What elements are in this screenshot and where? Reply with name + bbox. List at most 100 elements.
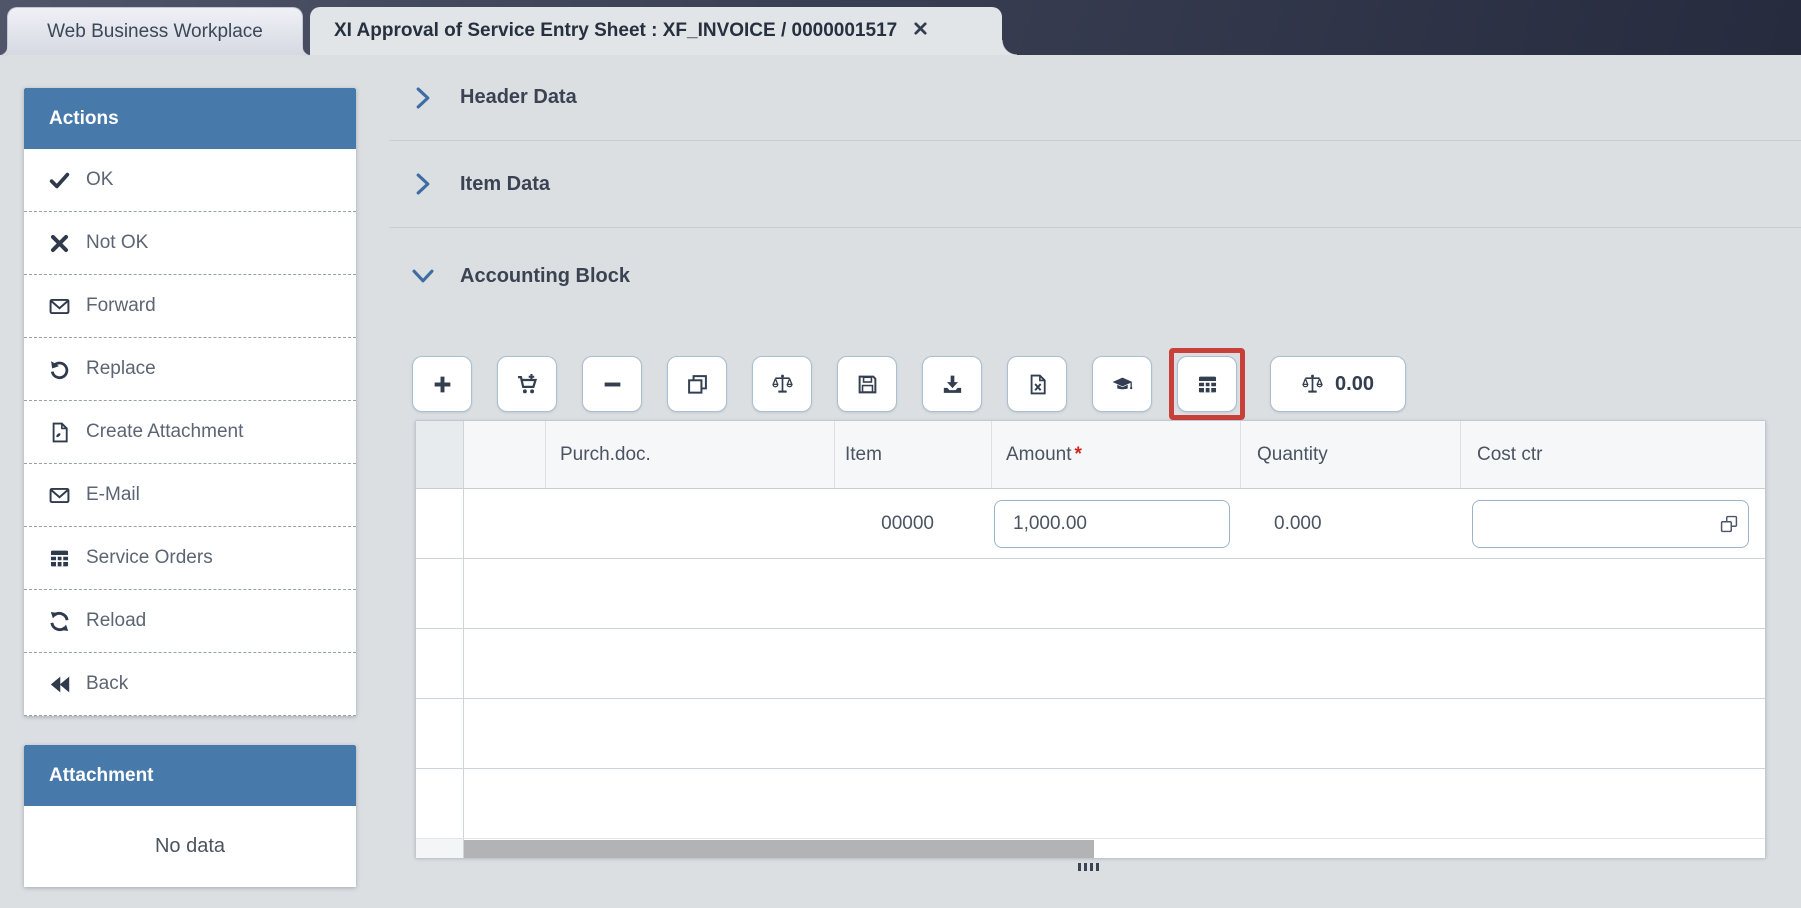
header-cell-selector (416, 421, 464, 488)
cell-amount: 1,000.00 (992, 489, 1241, 558)
grid-icon (49, 548, 70, 569)
header-cell-cost-ctr: Cost ctr (1461, 421, 1765, 488)
undo-icon (49, 359, 70, 380)
action-item-reload[interactable]: Reload (24, 590, 356, 653)
section-label: Header Data (460, 86, 577, 109)
table-row: 00000 1,000.00 0.000 (416, 489, 1765, 559)
table-row-empty (416, 699, 1765, 769)
tab-label: XI Approval of Service Entry Sheet : XF_… (334, 20, 897, 42)
cell-purch-doc (546, 489, 835, 558)
envelope-icon (49, 296, 70, 317)
header-cell-purch-doc: Purch.doc. (546, 421, 835, 488)
action-item-service-orders[interactable]: Service Orders (24, 527, 356, 590)
training-button[interactable] (1092, 356, 1152, 412)
remove-row-button[interactable] (582, 356, 642, 412)
back-icon (49, 674, 70, 695)
amount-input[interactable]: 1,000.00 (994, 500, 1230, 548)
tab-close-button[interactable] (913, 20, 928, 42)
balance-total-button[interactable]: 0.00 (1270, 356, 1406, 412)
table-resize-handle[interactable] (1078, 863, 1099, 871)
download-icon (942, 374, 963, 395)
horizontal-scrollbar[interactable] (464, 839, 1765, 858)
cell-quantity: 0.000 (1241, 489, 1461, 558)
action-item-label: Reload (86, 610, 146, 632)
action-item-forward[interactable]: Forward (24, 275, 356, 338)
balance-icon (772, 374, 793, 395)
minus-icon (602, 374, 623, 395)
section-header-data[interactable]: Header Data (390, 55, 1801, 141)
action-item-label: E-Mail (86, 484, 140, 506)
cell-item: 00000 (835, 489, 992, 558)
action-item-back[interactable]: Back (24, 653, 356, 716)
action-item-label: OK (86, 169, 113, 191)
row-selector-cell[interactable] (416, 559, 464, 628)
footer-selector-cell (416, 839, 464, 858)
tab-web-business-workplace[interactable]: Web Business Workplace (7, 7, 303, 55)
actions-panel-header: Actions (24, 88, 356, 149)
header-cell-amount: Amount* (992, 421, 1241, 488)
cost-ctr-input[interactable] (1472, 500, 1749, 548)
cell-spacer (464, 489, 546, 558)
chevron-right-icon (412, 87, 434, 109)
row-selector-cell[interactable] (416, 489, 464, 558)
action-item-label: Service Orders (86, 547, 213, 569)
horizontal-scrollbar-thumb[interactable] (464, 840, 1094, 858)
attachment-panel: Attachment No data (24, 745, 356, 887)
export-excel-button[interactable] (1007, 356, 1067, 412)
copy-icon (687, 374, 708, 395)
tab-label: Web Business Workplace (47, 21, 263, 43)
chevron-down-icon (412, 265, 434, 287)
actions-list: OK Not OKForward Replace Create Attachment E… (24, 149, 356, 716)
highlight-annotation (1169, 348, 1245, 420)
save-icon (857, 374, 878, 395)
section-label: Accounting Block (460, 265, 630, 288)
action-item-not-ok[interactable]: Not OK (24, 212, 356, 275)
app-window: Web Business Workplace XI Approval of Se… (0, 0, 1801, 908)
section-accounting-block[interactable]: Accounting Block (390, 228, 1801, 324)
table-row-empty (416, 769, 1765, 839)
check-icon (49, 170, 70, 191)
balance-total-value: 0.00 (1335, 373, 1374, 396)
graduation-cap-icon (1112, 374, 1133, 395)
header-cell-quantity: Quantity (1241, 421, 1461, 488)
accounting-toolbar: 0.00 (390, 348, 1801, 420)
row-selector-cell[interactable] (416, 769, 464, 838)
tab-approval-service-entry-sheet[interactable]: XI Approval of Service Entry Sheet : XF_… (310, 7, 1002, 55)
row-selector-cell[interactable] (416, 699, 464, 768)
section-item-data[interactable]: Item Data (390, 141, 1801, 228)
top-tab-bar: Web Business Workplace XI Approval of Se… (0, 0, 1801, 55)
add-purchase-item-button[interactable] (497, 356, 557, 412)
add-row-button[interactable] (412, 356, 472, 412)
header-cell-spacer (464, 421, 546, 488)
actions-panel: Actions OK Not OKForward Replace Create Att… (24, 88, 356, 716)
action-item-create-attachment[interactable]: Create Attachment (24, 401, 356, 464)
table-header-row: Purch.doc. Item Amount* Quantity Cost ct… (416, 421, 1765, 489)
accounting-table: Purch.doc. Item Amount* Quantity Cost ct… (415, 420, 1766, 858)
download-button[interactable] (922, 356, 982, 412)
chevron-right-icon (412, 173, 434, 195)
table-settings-button[interactable] (1177, 356, 1237, 412)
header-cell-item: Item (835, 421, 992, 488)
close-icon (913, 21, 928, 36)
save-button[interactable] (837, 356, 897, 412)
action-item-ok[interactable]: OK (24, 149, 356, 212)
cell-cost-ctr (1461, 489, 1765, 558)
copy-row-button[interactable] (667, 356, 727, 412)
refresh-icon (49, 611, 70, 632)
action-item-label: Create Attachment (86, 421, 243, 443)
action-item-e-mail[interactable]: E-Mail (24, 464, 356, 527)
table-row-empty (416, 629, 1765, 699)
plus-icon (432, 374, 453, 395)
balance-check-button[interactable] (752, 356, 812, 412)
cart-plus-icon (517, 374, 538, 395)
table-footer (416, 838, 1765, 858)
action-item-label: Replace (86, 358, 156, 380)
value-help-icon[interactable] (1720, 515, 1738, 533)
action-item-replace[interactable]: Replace (24, 338, 356, 401)
row-selector-cell[interactable] (416, 629, 464, 698)
envelope-icon (49, 485, 70, 506)
attachment-panel-header: Attachment (24, 745, 356, 806)
attachment-empty-text: No data (24, 806, 356, 887)
section-label: Item Data (460, 173, 550, 196)
required-marker: * (1074, 444, 1081, 466)
